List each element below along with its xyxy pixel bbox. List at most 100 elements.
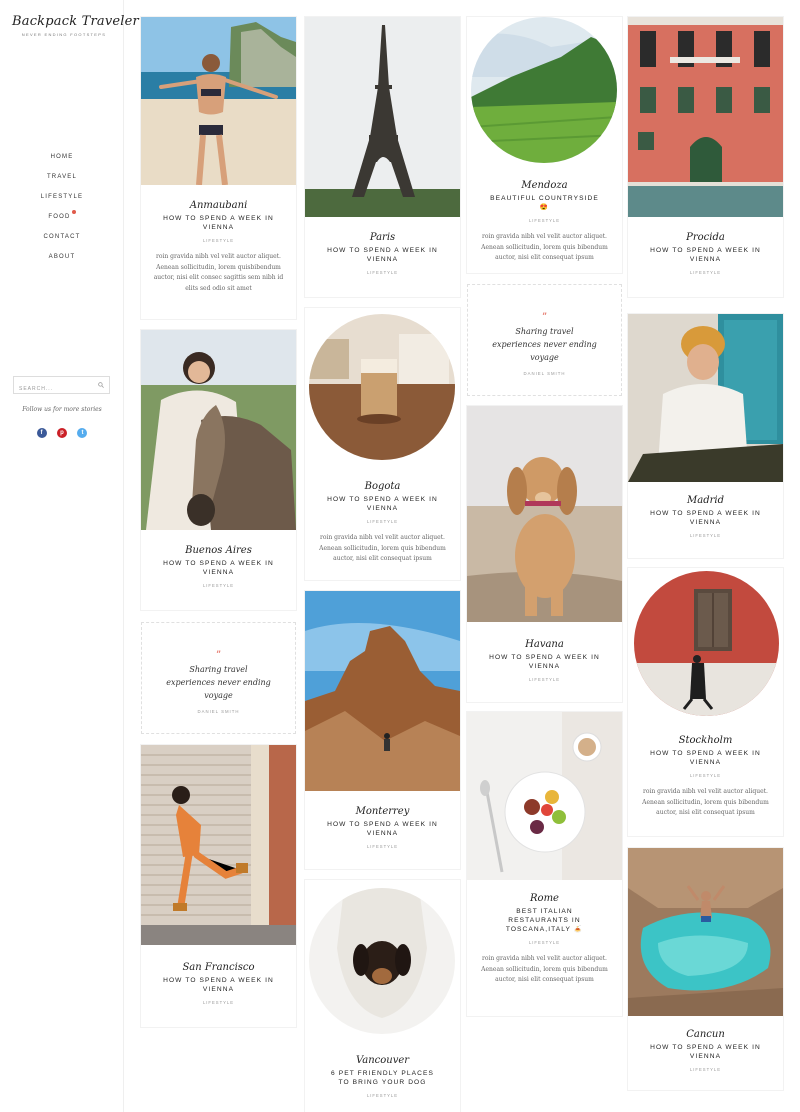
post-image[interactable] [628,848,783,1016]
post-card[interactable]: San Francisco HOW TO SPEND A WEEK IN VIE… [141,745,296,1027]
post-title[interactable]: HOW TO SPEND A WEEK IN VIENNA [141,213,296,232]
nav-label[interactable]: CONTACT [44,234,81,240]
sidebar: Backpack Traveler NEVER ENDING FOOTSTEPS… [0,0,139,1112]
post-category[interactable]: LIFESTYLE [141,583,296,588]
post-content: Paris HOW TO SPEND A WEEK IN VIENNA LIFE… [305,231,460,275]
post-card[interactable]: Anmaubani HOW TO SPEND A WEEK IN VIENNA … [141,17,296,319]
post-card[interactable]: Stockholm HOW TO SPEND A WEEK IN VIENNA … [628,568,783,836]
post-image[interactable] [467,406,622,622]
nav-label[interactable]: HOME [51,154,74,160]
post-image[interactable] [305,591,460,791]
post-location: Procida [686,232,725,243]
post-category[interactable]: LIFESTYLE [628,533,783,538]
post-card[interactable]: Cancun HOW TO SPEND A WEEK IN VIENNA LIF… [628,848,783,1090]
quote-card: ” Sharing travel experiences never endin… [467,284,622,396]
post-content: Procida HOW TO SPEND A WEEK IN VIENNA LI… [628,231,783,275]
post-category[interactable]: LIFESTYLE [141,238,296,243]
post-image[interactable] [305,17,460,217]
post-category[interactable]: LIFESTYLE [628,1067,783,1072]
post-card[interactable]: Vancouver 6 PET FRIENDLY PLACES TO BRING… [305,880,460,1112]
post-content: Stockholm HOW TO SPEND A WEEK IN VIENNA … [628,734,783,819]
post-card[interactable]: Mendoza BEAUTIFUL COUNTRYSIDE 😍 LIFESTYL… [467,17,622,273]
post-card[interactable]: Procida HOW TO SPEND A WEEK IN VIENNA LI… [628,17,783,297]
main-nav: HOME TRAVEL LIFESTYLE FOOD CONTACT ABOUT [0,150,124,270]
post-image[interactable] [309,888,455,1034]
post-location: Stockholm [678,735,733,746]
post-excerpt: roin gravida nibh vel velit auctor aliqu… [319,534,446,562]
post-content: Vancouver 6 PET FRIENDLY PLACES TO BRING… [305,1054,460,1098]
nav-item-food[interactable]: FOOD [0,210,124,230]
post-content: Madrid HOW TO SPEND A WEEK IN VIENNA LIF… [628,494,783,538]
post-image[interactable] [141,17,296,185]
post-location: Bogota [364,481,401,492]
post-title[interactable]: 6 PET FRIENDLY PLACES TO BRING YOUR DOG [305,1068,460,1087]
post-category[interactable]: LIFESTYLE [305,519,460,524]
post-title[interactable]: HOW TO SPEND A WEEK IN VIENNA [141,558,296,577]
site-logo[interactable]: Backpack Traveler NEVER ENDING FOOTSTEPS [12,14,139,37]
post-category[interactable]: LIFESTYLE [305,1093,460,1098]
nav-item-home[interactable]: HOME [0,150,124,170]
nav-label[interactable]: TRAVEL [47,174,77,180]
post-card[interactable]: Monterrey HOW TO SPEND A WEEK IN VIENNA … [305,591,460,869]
post-category[interactable]: LIFESTYLE [467,218,622,223]
post-title[interactable]: HOW TO SPEND A WEEK IN VIENNA [628,508,783,527]
post-category[interactable]: LIFESTYLE [305,844,460,849]
post-title[interactable]: HOW TO SPEND A WEEK IN VIENNA [628,748,783,767]
post-image[interactable] [309,314,455,460]
post-category[interactable]: LIFESTYLE [628,270,783,275]
twitter-icon[interactable]: t [77,428,88,438]
post-category[interactable]: LIFESTYLE [628,773,783,778]
nav-item-travel[interactable]: TRAVEL [0,170,124,190]
post-category[interactable]: LIFESTYLE [141,1000,296,1005]
post-card[interactable]: Madrid HOW TO SPEND A WEEK IN VIENNA LIF… [628,314,783,558]
post-image[interactable] [467,712,622,880]
nav-label[interactable]: ABOUT [49,254,76,260]
post-title[interactable]: HOW TO SPEND A WEEK IN VIENNA [305,819,460,838]
post-category[interactable]: LIFESTYLE [467,677,622,682]
post-title[interactable]: HOW TO SPEND A WEEK IN VIENNA [628,1042,783,1061]
facebook-icon[interactable]: f [36,428,47,438]
quote-mark-icon: ” [541,312,548,323]
post-image[interactable] [628,314,783,482]
nav-item-lifestyle[interactable]: LIFESTYLE [0,190,124,210]
search-icon[interactable] [98,382,104,388]
post-image[interactable] [628,17,783,217]
post-title[interactable]: HOW TO SPEND A WEEK IN VIENNA [141,975,296,994]
post-title[interactable]: BEST ITALIAN RESTAURANTS IN TOSCANA,ITAL… [467,906,622,934]
nav-item-contact[interactable]: CONTACT [0,230,124,250]
post-title[interactable]: BEAUTIFUL COUNTRYSIDE 😍 [467,193,622,212]
post-title[interactable]: HOW TO SPEND A WEEK IN VIENNA [305,494,460,513]
post-location: San Francisco [182,962,255,973]
post-image[interactable] [141,745,296,945]
post-location: Madrid [687,495,724,506]
nav-label[interactable]: FOOD [48,214,70,220]
post-card[interactable]: Paris HOW TO SPEND A WEEK IN VIENNA LIFE… [305,17,460,297]
post-title[interactable]: HOW TO SPEND A WEEK IN VIENNA [628,245,783,264]
post-content: Monterrey HOW TO SPEND A WEEK IN VIENNA … [305,805,460,849]
pinterest-icon[interactable]: p [57,428,67,438]
post-excerpt: roin gravida nibh vel velit auctor aliqu… [153,253,284,292]
nav-item-about[interactable]: ABOUT [0,250,124,270]
post-card[interactable]: Bogota HOW TO SPEND A WEEK IN VIENNA LIF… [305,308,460,580]
post-location: Vancouver [355,1055,410,1066]
post-category[interactable]: LIFESTYLE [305,270,460,275]
social-links: f p t [0,421,124,439]
quote-text: Sharing travel experiences never ending … [166,665,271,700]
post-card[interactable]: Buenos Aires HOW TO SPEND A WEEK IN VIEN… [141,330,296,610]
post-card[interactable]: Rome BEST ITALIAN RESTAURANTS IN TOSCANA… [467,712,622,1016]
post-excerpt: roin gravida nibh vel velit auctor aliqu… [481,955,608,983]
post-location: Buenos Aires [185,545,252,556]
post-content: Rome BEST ITALIAN RESTAURANTS IN TOSCANA… [467,892,622,986]
post-image[interactable] [471,17,617,163]
post-card[interactable]: Havana HOW TO SPEND A WEEK IN VIENNA LIF… [467,406,622,702]
post-image[interactable] [141,330,296,530]
post-title[interactable]: HOW TO SPEND A WEEK IN VIENNA [467,652,622,671]
quote-card: ” Sharing travel experiences never endin… [141,622,296,734]
post-content: Mendoza BEAUTIFUL COUNTRYSIDE 😍 LIFESTYL… [467,179,622,264]
post-image[interactable] [634,571,779,716]
nav-label[interactable]: LIFESTYLE [41,194,83,200]
search-input[interactable] [14,381,94,397]
post-title[interactable]: HOW TO SPEND A WEEK IN VIENNA [305,245,460,264]
post-category[interactable]: LIFESTYLE [467,940,622,945]
post-content: Bogota HOW TO SPEND A WEEK IN VIENNA LIF… [305,480,460,565]
